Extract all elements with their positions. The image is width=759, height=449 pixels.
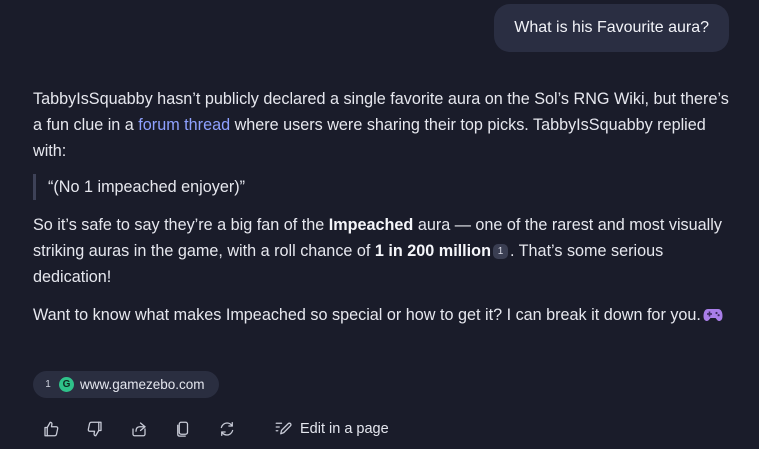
gamepad-icon — [703, 304, 723, 330]
edit-in-page-label: Edit in a page — [300, 421, 389, 437]
impeached-bold: Impeached — [328, 216, 414, 234]
source-number: 1 — [45, 379, 51, 390]
answer-paragraph-3: Want to know what makes Impeached so spe… — [33, 302, 733, 330]
thumbs-down-icon[interactable] — [84, 418, 106, 440]
user-message-text: What is his Favourite aura? — [514, 19, 709, 36]
quote-block: “(No 1 impeached enjoyer)” — [33, 174, 733, 200]
edit-page-icon — [274, 418, 292, 440]
thumbs-up-icon[interactable] — [40, 418, 62, 440]
copy-icon[interactable] — [172, 418, 194, 440]
source-domain: www.gamezebo.com — [80, 377, 205, 392]
source-chip[interactable]: 1 G www.gamezebo.com — [33, 371, 219, 398]
assistant-answer: TabbyIsSquabby hasn’t publicly declared … — [33, 86, 733, 330]
favicon-letter: G — [62, 379, 71, 390]
edit-in-page-button[interactable]: Edit in a page — [274, 418, 389, 440]
quote-text: “(No 1 impeached enjoyer)” — [48, 178, 246, 196]
share-icon[interactable] — [128, 418, 150, 440]
user-message-bubble: What is his Favourite aura? — [494, 4, 729, 52]
forum-thread-link[interactable]: forum thread — [138, 116, 230, 134]
answer-paragraph-2: So it’s safe to say they’re a big fan of… — [33, 212, 733, 290]
response-toolbar: Edit in a page — [40, 416, 389, 442]
roll-chance-bold: 1 in 200 million — [374, 242, 491, 260]
answer-p3-text: Want to know what makes Impeached so spe… — [33, 306, 701, 324]
citation-badge[interactable]: 1 — [492, 244, 508, 259]
gamezebo-favicon-icon: G — [59, 377, 74, 392]
answer-p2-part1: So it’s safe to say they’re a big fan of… — [33, 216, 329, 234]
regenerate-icon[interactable] — [216, 418, 238, 440]
answer-paragraph-1: TabbyIsSquabby hasn’t publicly declared … — [33, 86, 733, 164]
